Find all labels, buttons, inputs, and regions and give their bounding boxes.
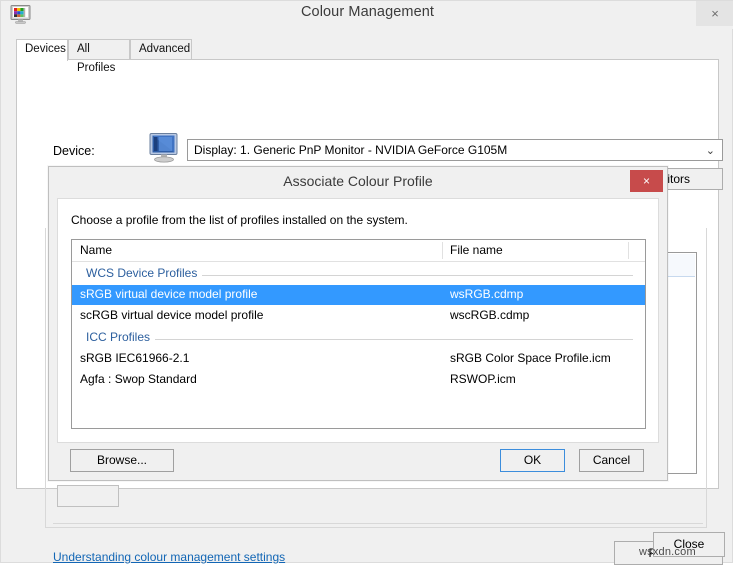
cancel-button[interactable]: Cancel [579,449,644,472]
column-header-name[interactable]: Name [80,243,112,257]
dialog-title-bar: Associate Colour Profile × [49,167,667,198]
listview-group-header: WCS Device Profiles [72,264,645,285]
dialog-close-icon[interactable]: × [630,170,663,192]
table-row[interactable]: Agfa : Swop Standard RSWOP.icm [72,370,645,390]
dialog-title: Associate Colour Profile [49,173,667,189]
window-close-button[interactable]: × [696,1,733,26]
chevron-down-icon: ⌄ [706,144,715,157]
column-separator [442,242,443,259]
table-row[interactable]: sRGB IEC61966-2.1 sRGB Color Space Profi… [72,349,645,369]
row-profile-name: sRGB IEC61966-2.1 [80,351,189,365]
row-profile-name: sRGB virtual device model profile [80,287,257,301]
row-profile-name: scRGB virtual device model profile [80,308,263,322]
table-row[interactable]: sRGB virtual device model profile wsRGB.… [72,285,645,305]
understanding-colour-management-link[interactable]: Understanding colour management settings [53,550,285,564]
group-label: WCS Device Profiles [86,266,202,280]
tab-advanced[interactable]: Advanced [130,39,192,59]
tab-strip: Devices All Profiles Advanced [16,39,719,60]
row-file-name: sRGB Color Space Profile.icm [450,351,611,365]
window-title-bar: Colour Management × [1,1,733,29]
dialog-instruction: Choose a profile from the list of profil… [71,213,408,227]
watermark: wsxdn.com [639,546,696,558]
row-file-name: wsRGB.cdmp [450,287,523,301]
device-select-value: Display: 1. Generic PnP Monitor - NVIDIA… [194,143,507,157]
page-title: Colour Management [1,4,733,20]
group-label: ICC Profiles [86,330,155,344]
divider [53,523,703,524]
monitor-icon [148,132,182,164]
background-button[interactable] [57,485,119,507]
colour-management-window: Colour Management × Device: Display: 1. … [0,0,733,563]
row-file-name: RSWOP.icm [450,372,516,386]
listview-group-header: ICC Profiles [72,328,645,349]
column-separator [628,242,629,259]
table-row[interactable]: scRGB virtual device model profile wscRG… [72,306,645,326]
row-profile-name: Agfa : Swop Standard [80,372,197,386]
associate-colour-profile-dialog: Associate Colour Profile × Choose a prof… [48,166,668,481]
group-divider-line [86,339,633,340]
tab-all-profiles[interactable]: All Profiles [68,39,130,59]
device-label: Device: [53,144,95,158]
profile-listview[interactable]: Name File name WCS Device Profiles sRGB … [71,239,646,429]
row-file-name: wscRGB.cdmp [450,308,529,322]
dialog-body: Choose a profile from the list of profil… [57,198,659,443]
device-select[interactable]: Display: 1. Generic PnP Monitor - NVIDIA… [187,139,723,161]
ok-button[interactable]: OK [500,449,565,472]
column-header-file-name[interactable]: File name [450,243,503,257]
listview-header: Name File name [72,240,645,262]
browse-button[interactable]: Browse... [70,449,174,472]
tab-devices[interactable]: Devices [16,39,68,61]
